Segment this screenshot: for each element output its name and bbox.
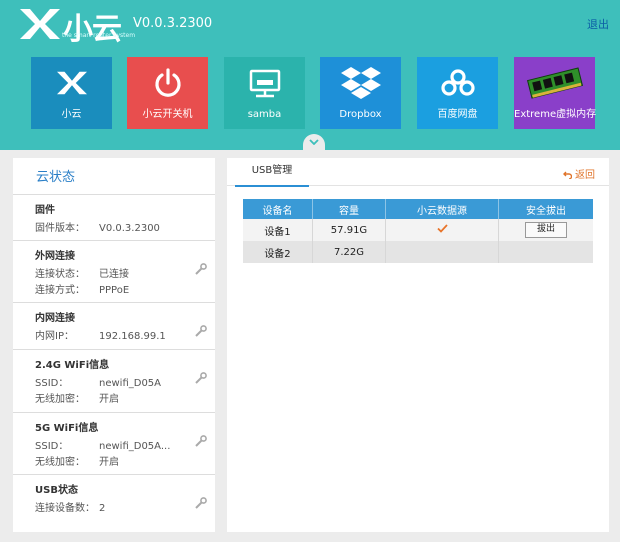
lan-ip-value: 192.168.99.1 <box>99 331 166 342</box>
chevron-down-icon <box>309 139 319 145</box>
usb-device-table: 设备名 容量 小云数据源 安全拔出 设备1 57.91G 拔出 设备2 7.22… <box>243 199 593 263</box>
xiaoyun-logo-icon <box>56 71 87 95</box>
data-source-cell <box>385 241 499 263</box>
column-header: 小云数据源 <box>385 199 499 219</box>
tile-baidu-cloud[interactable]: 百度网盘 <box>417 57 498 129</box>
tab-usb-manager[interactable]: USB管理 <box>235 158 309 187</box>
status-panel: 云状态 固件 固件版本： V0.0.3.2300 外网连接 连接状态： 已连接 连接… <box>13 158 215 532</box>
wan-state-value: 已连接 <box>99 269 129 280</box>
device-name: 设备2 <box>243 241 313 263</box>
tile-label: 小云开关机 <box>142 109 193 120</box>
wrench-icon[interactable] <box>195 497 207 509</box>
wan-section: 外网连接 连接状态： 已连接 连接方式： PPPoE <box>13 241 215 303</box>
column-header: 容量 <box>312 199 386 219</box>
wifi24-ssid-value: newifi_D05A <box>99 378 162 389</box>
memory-chip-icon <box>526 67 583 99</box>
wifi5-section: 5G WiFi信息 SSID： newifi_D05A... 无线加密： 开启 <box>13 413 215 475</box>
firmware-section: 固件 固件版本： V0.0.3.2300 <box>13 195 215 241</box>
back-arrow-icon <box>562 171 572 180</box>
tile-label: Dropbox <box>339 109 382 120</box>
tile-xiaoyun[interactable]: 小云 <box>31 57 112 129</box>
tile-power[interactable]: 小云开关机 <box>127 57 208 129</box>
wifi24-enc-label: 无线加密： <box>35 394 85 405</box>
dropbox-icon <box>340 67 381 99</box>
wifi24-section: 2.4G WiFi信息 SSID： newifi_D05A 无线加密： 开启 <box>13 350 215 413</box>
wifi5-enc-value: 开启 <box>99 457 119 468</box>
back-link[interactable]: 返回 <box>562 166 595 181</box>
usb-section: USB状态 连接设备数： 2 <box>13 475 215 522</box>
logout-link[interactable]: 退出 <box>587 16 609 32</box>
eject-button[interactable]: 拔出 <box>525 222 567 238</box>
power-icon <box>154 68 181 97</box>
wifi24-heading: 2.4G WiFi信息 <box>35 360 110 371</box>
wifi5-ssid-label: SSID： <box>35 441 69 452</box>
wrench-icon[interactable] <box>195 325 207 337</box>
wifi24-enc-value: 开启 <box>99 394 119 405</box>
wifi24-ssid-label: SSID： <box>35 378 69 389</box>
check-icon <box>436 224 448 233</box>
back-label: 返回 <box>575 170 595 181</box>
lan-ip-label: 内网IP： <box>35 331 74 342</box>
wan-mode-value: PPPoE <box>99 285 130 296</box>
brand-tagline: the smart router system <box>62 32 136 39</box>
device-capacity: 57.91G <box>312 219 386 241</box>
network-drive-icon <box>249 69 280 98</box>
eject-cell <box>498 241 593 263</box>
wifi5-enc-label: 无线加密： <box>35 457 85 468</box>
tile-label: 小云 <box>61 109 82 120</box>
usb-manager-panel: USB管理 返回 设备名 容量 小云数据源 安全拔出 设备1 57.91G 拔出… <box>227 158 609 532</box>
brand-name: 小云 <box>63 12 122 47</box>
column-header: 设备名 <box>243 199 313 219</box>
baidu-cloud-icon <box>440 69 475 96</box>
version-label: V0.0.3.2300 <box>133 16 213 31</box>
tile-samba[interactable]: samba <box>224 57 305 129</box>
data-source-cell <box>385 219 499 241</box>
lan-heading: 内网连接 <box>35 313 75 324</box>
table-row: 设备2 7.22G <box>243 241 593 263</box>
firmware-heading: 固件 <box>35 205 55 216</box>
firmware-version-value: V0.0.3.2300 <box>99 223 160 234</box>
tile-extreme-memory[interactable]: Extreme虚拟内存 <box>514 57 597 129</box>
tile-dropbox[interactable]: Dropbox <box>320 57 401 129</box>
usb-count-value: 2 <box>99 503 106 514</box>
xiaoyun-logo-icon <box>20 9 60 39</box>
collapse-toggle[interactable] <box>303 134 325 150</box>
column-header: 安全拔出 <box>498 199 593 219</box>
wifi5-ssid-value: newifi_D05A... <box>99 441 171 452</box>
wrench-icon[interactable] <box>195 435 207 447</box>
firmware-version-label: 固件版本： <box>35 223 85 234</box>
table-row: 设备1 57.91G 拔出 <box>243 219 593 241</box>
wan-mode-label: 连接方式： <box>35 285 85 296</box>
wifi5-heading: 5G WiFi信息 <box>35 423 99 434</box>
tile-label: Extreme虚拟内存 <box>514 109 597 120</box>
tile-label: 百度网盘 <box>437 109 478 120</box>
wrench-icon[interactable] <box>195 263 207 275</box>
app-header: 小云 the smart router system V0.0.3.2300 退… <box>0 0 620 150</box>
eject-cell: 拔出 <box>498 219 593 241</box>
status-panel-title: 云状态 <box>13 158 215 195</box>
usb-heading: USB状态 <box>35 485 78 496</box>
usb-count-label: 连接设备数： <box>35 503 95 514</box>
tab-bar: USB管理 返回 <box>227 158 609 187</box>
lan-section: 内网连接 内网IP： 192.168.99.1 <box>13 303 215 350</box>
tile-label: samba <box>247 109 282 120</box>
table-header-row: 设备名 容量 小云数据源 安全拔出 <box>243 199 593 219</box>
wrench-icon[interactable] <box>195 372 207 384</box>
device-name: 设备1 <box>243 219 313 241</box>
device-capacity: 7.22G <box>312 241 386 263</box>
wan-heading: 外网连接 <box>35 251 75 262</box>
wan-state-label: 连接状态： <box>35 269 85 280</box>
